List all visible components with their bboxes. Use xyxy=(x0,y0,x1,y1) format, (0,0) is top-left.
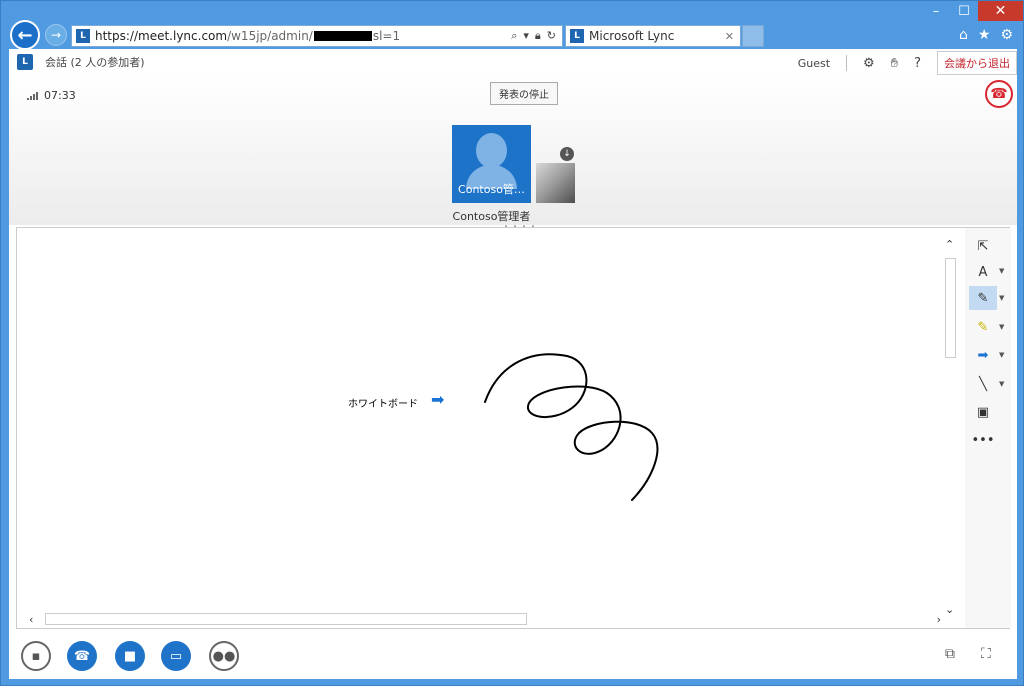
scroll-up-icon[interactable]: ⌃ xyxy=(945,238,954,251)
gear-icon[interactable]: ⚙ xyxy=(1000,27,1013,43)
address-tools: ⌕ ▾ 🔒︎ ↻ xyxy=(511,29,562,43)
line-dropdown-icon[interactable]: ▼ xyxy=(999,380,1004,388)
whiteboard-canvas[interactable]: ホワイトボード ➡ xyxy=(17,228,942,613)
browser-toolbar: ← → L https://meet.lync.com /w15jp/admin… xyxy=(1,17,1023,51)
lock-icon[interactable]: 🔒︎ xyxy=(535,29,541,43)
arrow-stamp-tool-icon[interactable]: ➡ xyxy=(969,343,997,367)
horizontal-scroll-thumb[interactable] xyxy=(45,613,527,625)
lync-favicon-icon: L xyxy=(76,29,90,43)
participant-avatar[interactable]: Contoso管… xyxy=(452,125,531,203)
call-status: 07:33 xyxy=(27,89,76,102)
ink-spiral[interactable] xyxy=(17,228,942,613)
url-host: https://meet.lync.com xyxy=(95,29,228,43)
hand-icon[interactable]: ✋︎ xyxy=(891,56,898,71)
participant-stage: 07:33 発表の停止 ☎ Contoso管… ↓ Contoso管理者 ・・・… xyxy=(9,75,1017,231)
participants-button[interactable]: ●● xyxy=(209,641,239,671)
search-icon[interactable]: ⌕ xyxy=(511,29,517,43)
leave-meeting-button[interactable]: 会議から退出 xyxy=(937,51,1017,75)
pen-tool-dropdown-icon[interactable]: ▼ xyxy=(999,294,1004,302)
horizontal-scrollbar[interactable]: ‹ › xyxy=(25,612,943,628)
video-camera-icon: ■ xyxy=(123,648,137,664)
people-icon: ●● xyxy=(212,648,236,664)
tab-title: Microsoft Lync xyxy=(589,29,675,43)
more-options-icon[interactable]: ••• xyxy=(969,428,997,452)
monitor-icon: ▭ xyxy=(169,648,183,664)
download-icon[interactable]: ↓ xyxy=(560,147,574,161)
signal-strength-icon xyxy=(27,91,38,100)
vertical-scrollbar[interactable]: ⌃ ⌄ xyxy=(942,236,958,616)
video-button[interactable]: ■ xyxy=(115,641,145,671)
meeting-controls: ▪ ☎ ■ ▭ ●● ⧉ ⛶ xyxy=(9,631,1017,679)
scroll-right-icon[interactable]: › xyxy=(937,613,941,626)
help-icon[interactable]: ? xyxy=(914,56,921,71)
browser-window: – ☐ ✕ ← → L https://meet.lync.com /w15jp… xyxy=(0,0,1024,686)
dropdown-icon[interactable]: ▾ xyxy=(523,29,529,43)
whiteboard-panel: ホワイトボード ➡ ⌃ ⌄ ‹ › ⇱ A ▼ ✎ ▼ ✎ ▼ ➡ ▼ ╲ ▼ … xyxy=(16,227,1011,629)
home-icon[interactable]: ⌂ xyxy=(959,27,968,43)
stop-presenting-button[interactable]: 発表の停止 xyxy=(490,82,558,105)
stamp-dropdown-icon[interactable]: ▼ xyxy=(999,351,1004,359)
vertical-scroll-thumb[interactable] xyxy=(945,258,956,358)
audio-button[interactable]: ☎ xyxy=(67,641,97,671)
person-icon-head xyxy=(476,133,507,168)
lync-favicon-icon: L xyxy=(570,29,584,43)
pen-tool-icon[interactable]: ✎ xyxy=(969,286,997,310)
scroll-left-icon[interactable]: ‹ xyxy=(29,613,33,626)
divider xyxy=(846,55,848,71)
self-video-thumbnail[interactable] xyxy=(536,163,575,203)
call-timer: 07:33 xyxy=(44,89,76,102)
select-pointer-icon[interactable]: ⇱ xyxy=(969,234,997,258)
highlighter-dropdown-icon[interactable]: ▼ xyxy=(999,323,1004,331)
user-name: Guest xyxy=(797,56,831,70)
redacted-url-part xyxy=(313,31,372,41)
lync-web-app: L 会話 (2 人の参加者) Guest ⚙ ✋︎ ? 会議から退出 07:33… xyxy=(9,49,1017,679)
whiteboard-tools: ⇱ A ▼ ✎ ▼ ✎ ▼ ➡ ▼ ╲ ▼ ▣ ••• xyxy=(965,228,1011,628)
address-bar[interactable]: L https://meet.lync.com /w15jp/admin/ sl… xyxy=(71,25,563,47)
forward-button[interactable]: → xyxy=(45,24,67,46)
phone-hangup-icon[interactable]: ☎ xyxy=(985,80,1013,108)
lync-logo-icon: L xyxy=(17,54,33,70)
chat-icon: ▪ xyxy=(31,648,41,664)
gear-icon[interactable]: ⚙ xyxy=(863,56,875,71)
tab-close-icon[interactable]: ✕ xyxy=(725,30,734,43)
line-tool-icon[interactable]: ╲ xyxy=(969,372,997,396)
arrow-right-icon: → xyxy=(50,28,62,42)
new-tab-button[interactable] xyxy=(742,25,764,47)
highlighter-tool-icon[interactable]: ✎ xyxy=(969,315,997,339)
browser-tab[interactable]: L Microsoft Lync ✕ xyxy=(565,25,741,47)
text-tool-dropdown-icon[interactable]: ▼ xyxy=(999,267,1004,275)
back-button[interactable]: ← xyxy=(10,20,40,50)
conversation-title: 会話 (2 人の参加者) xyxy=(45,56,145,69)
text-tool-icon[interactable]: A xyxy=(969,260,997,284)
url-path: /w15jp/admin/ xyxy=(227,29,313,43)
url-suffix: sl=1 xyxy=(372,29,401,43)
star-icon[interactable]: ★ xyxy=(978,27,991,43)
present-button[interactable]: ▭ xyxy=(161,641,191,671)
chat-button[interactable]: ▪ xyxy=(21,641,51,671)
browser-tools: ⌂ ★ ⚙ xyxy=(959,27,1013,43)
header-actions: Guest ⚙ ✋︎ ? 会議から退出 xyxy=(798,51,1017,75)
avatar-label: Contoso管… xyxy=(458,183,525,196)
image-icon[interactable]: ▣ xyxy=(969,400,997,424)
fullscreen-icon[interactable]: ⛶ xyxy=(981,646,991,662)
scroll-down-icon[interactable]: ⌄ xyxy=(945,603,954,616)
phone-muted-icon: ☎ xyxy=(73,648,91,664)
conversation-header: L 会話 (2 人の参加者) Guest ⚙ ✋︎ ? 会議から退出 xyxy=(9,49,1017,75)
arrow-left-icon: ← xyxy=(17,24,33,46)
refresh-icon[interactable]: ↻ xyxy=(547,29,556,43)
content-layout-icon[interactable]: ⧉ xyxy=(945,646,955,662)
